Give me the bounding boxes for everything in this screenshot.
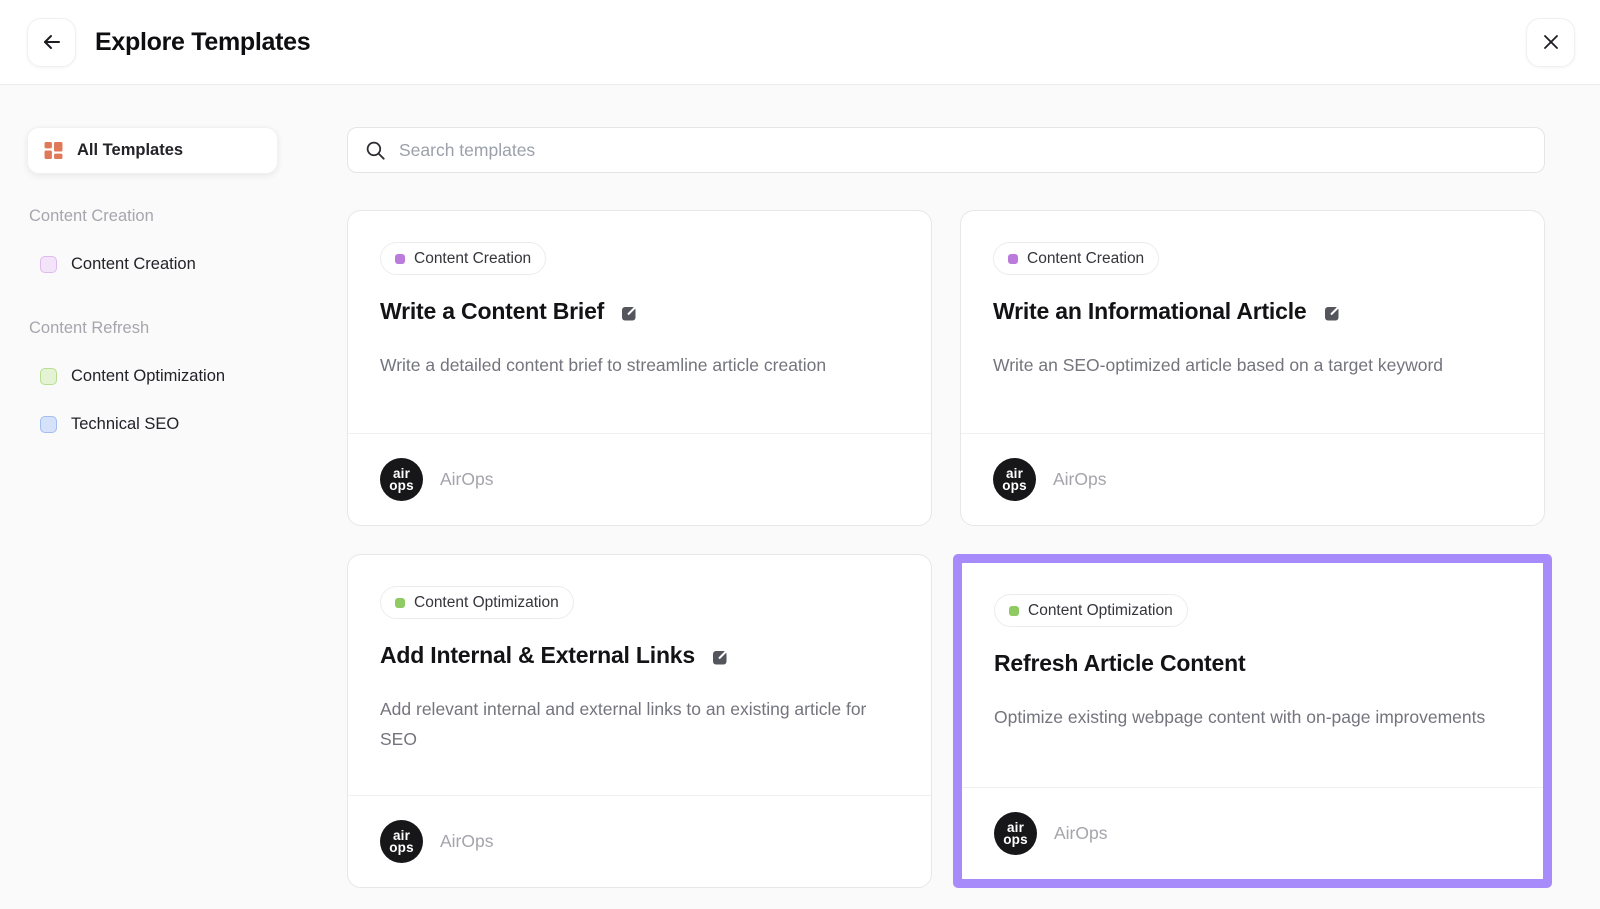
airops-logo-icon: airops — [380, 820, 423, 863]
template-description: Optimize existing webpage content with o… — [994, 702, 1494, 732]
category-badge-label: Content Creation — [1027, 250, 1144, 268]
template-description: Write an SEO-optimized article based on … — [993, 350, 1493, 380]
category-dot-icon — [1008, 254, 1018, 264]
airops-logo-icon: airops — [993, 458, 1036, 501]
templates-main: Content Creation Write a Content Brief — [347, 127, 1545, 909]
external-link-icon[interactable] — [712, 647, 730, 665]
category-badge-label: Content Creation — [414, 250, 531, 268]
back-button[interactable] — [27, 18, 76, 67]
card-footer: airops AirOps — [348, 433, 931, 525]
sidebar-section-content-refresh: Content Refresh — [29, 319, 278, 338]
sidebar-item-technical-seo[interactable]: Technical SEO — [27, 415, 278, 434]
publisher-name: AirOps — [1053, 469, 1106, 490]
template-card-write-an-informational-article[interactable]: Content Creation Write an Informational … — [960, 210, 1545, 526]
template-title: Write an Informational Article — [993, 298, 1307, 325]
grid-dashboard-icon — [44, 141, 63, 160]
sidebar-item-all-templates[interactable]: All Templates — [27, 127, 278, 174]
category-badge: Content Optimization — [380, 586, 574, 619]
explore-templates-modal: Explore Templates — [0, 0, 1600, 909]
sidebar-item-label: Content Creation — [71, 255, 196, 274]
template-card-refresh-article-content[interactable]: Content Optimization Refresh Article Con… — [962, 563, 1543, 879]
airops-logo-icon: airops — [380, 458, 423, 501]
card-footer: airops AirOps — [348, 795, 931, 887]
template-description: Add relevant internal and external links… — [380, 694, 880, 754]
category-swatch-icon — [40, 416, 57, 433]
template-title: Write a Content Brief — [380, 298, 604, 325]
category-dot-icon — [395, 598, 405, 608]
category-badge-label: Content Optimization — [1028, 602, 1173, 620]
publisher-name: AirOps — [1054, 823, 1107, 844]
category-badge: Content Optimization — [994, 594, 1188, 627]
search-bar — [347, 127, 1545, 173]
close-icon — [1541, 32, 1561, 52]
external-link-icon[interactable] — [1324, 303, 1342, 321]
sidebar-section-content-creation: Content Creation — [29, 207, 278, 226]
category-swatch-icon — [40, 368, 57, 385]
page-title: Explore Templates — [95, 28, 310, 57]
category-dot-icon — [395, 254, 405, 264]
template-card-write-a-content-brief[interactable]: Content Creation Write a Content Brief — [347, 210, 932, 526]
card-footer: airops AirOps — [962, 787, 1543, 879]
template-card-add-internal-external-links[interactable]: Content Optimization Add Internal & Exte… — [347, 554, 932, 888]
sidebar-item-label: Technical SEO — [71, 415, 179, 434]
sidebar-item-label: Content Optimization — [71, 367, 225, 386]
template-title: Refresh Article Content — [994, 650, 1245, 677]
search-input[interactable] — [399, 140, 1527, 161]
search-icon — [365, 140, 386, 161]
category-badge: Content Creation — [380, 242, 546, 275]
publisher-name: AirOps — [440, 469, 493, 490]
highlight-border: Content Optimization Refresh Article Con… — [953, 554, 1552, 888]
card-footer: airops AirOps — [961, 433, 1544, 525]
sidebar-item-label: All Templates — [77, 141, 183, 160]
close-button[interactable] — [1526, 18, 1575, 67]
template-grid: Content Creation Write a Content Brief — [347, 210, 1545, 888]
arrow-left-icon — [40, 30, 64, 54]
template-title: Add Internal & External Links — [380, 642, 695, 669]
modal-content: All Templates Content Creation Content C… — [0, 85, 1600, 909]
sidebar: All Templates Content Creation Content C… — [27, 127, 278, 909]
template-description: Write a detailed content brief to stream… — [380, 350, 880, 380]
category-dot-icon — [1009, 606, 1019, 616]
sidebar-item-content-optimization[interactable]: Content Optimization — [27, 367, 278, 386]
category-swatch-icon — [40, 256, 57, 273]
airops-logo-icon: airops — [994, 812, 1037, 855]
category-badge: Content Creation — [993, 242, 1159, 275]
publisher-name: AirOps — [440, 831, 493, 852]
sidebar-item-content-creation[interactable]: Content Creation — [27, 255, 278, 274]
category-badge-label: Content Optimization — [414, 594, 559, 612]
modal-header: Explore Templates — [0, 0, 1600, 85]
external-link-icon[interactable] — [621, 303, 639, 321]
